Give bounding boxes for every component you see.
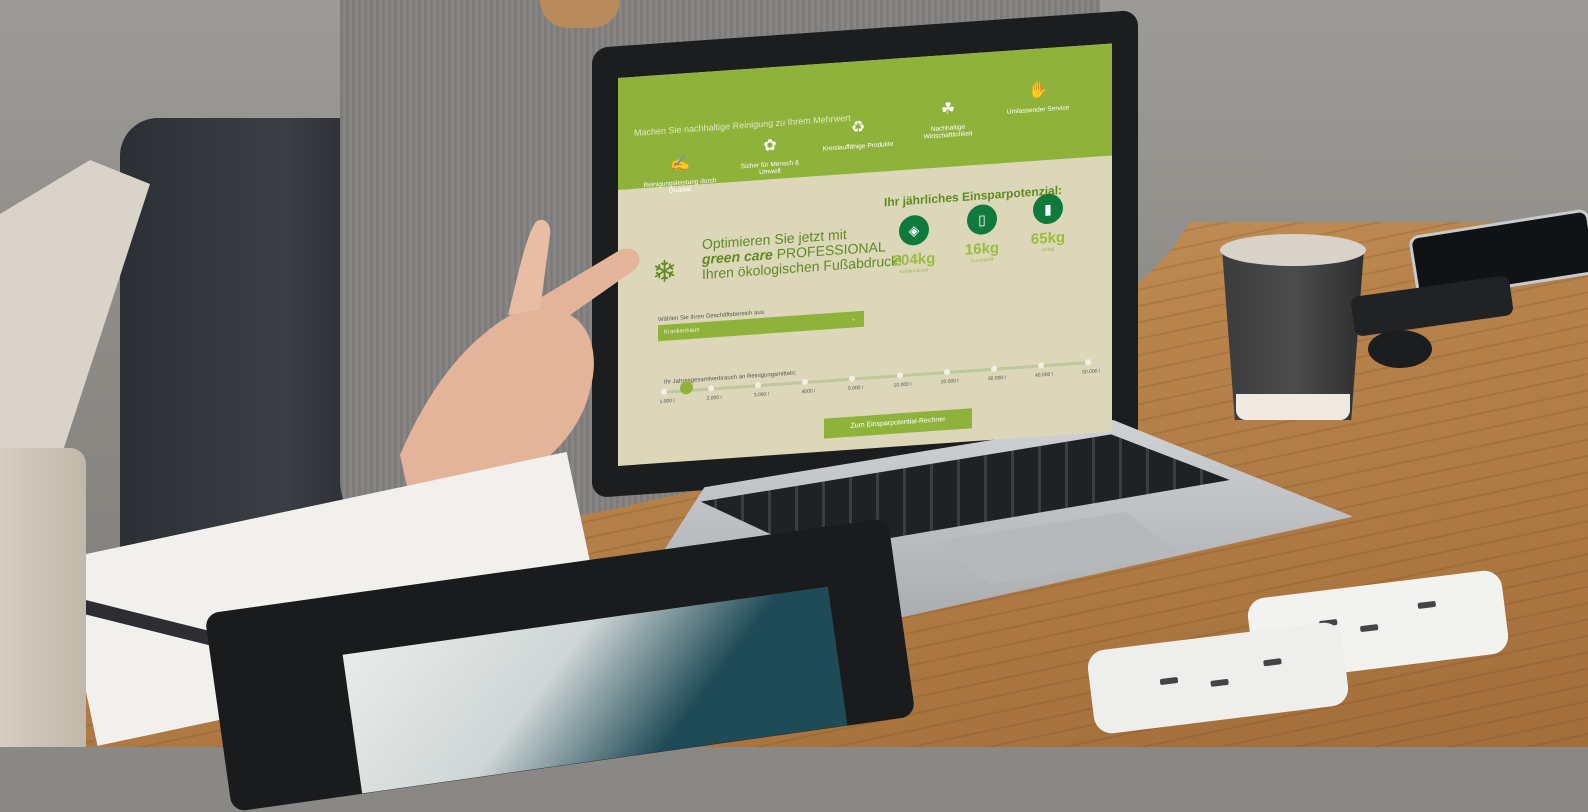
phone-icon: ▮	[1033, 192, 1063, 225]
coffee-cup-rim	[1220, 234, 1366, 266]
laptop-screen: Machen Sie nachhaltige Reinigung zu Ihre…	[618, 43, 1112, 467]
feature-item: ♻ Kreislauffähige Produkte	[818, 116, 898, 153]
socket-hole	[1263, 658, 1282, 667]
slider-tick[interactable]	[708, 385, 715, 392]
slider-tick-label: 5.000 l	[847, 384, 863, 392]
stat-co2: ◈ 204kg Kohlendioxid	[884, 213, 944, 276]
plant-growth-icon: ☘	[940, 100, 956, 119]
pointing-hand	[400, 219, 640, 500]
slider-tick-label: 50.000 l	[1082, 368, 1100, 376]
hands-leaf-icon: ✿	[763, 136, 777, 155]
slider-tick-label: 30.000 l	[987, 374, 1006, 383]
handshake-icon: ✋	[1028, 81, 1048, 101]
feature-item: ✍ Reinigungsleistung durch Qualität	[640, 153, 720, 197]
slider-tick-label: 4000 l	[801, 388, 816, 396]
slider-tick-label: 2.000 l	[706, 394, 722, 402]
socket-hole	[1417, 600, 1437, 609]
cleaning-quality-icon: ✍	[670, 154, 690, 174]
feature-item: ☘ Nachhaltige Wirtschaftlichkeit	[908, 98, 988, 142]
feature-label: Sicher für Mensch & Umwelt	[740, 159, 800, 177]
frog-logo-icon: ❄	[652, 254, 678, 290]
slider-tick[interactable]	[1037, 362, 1044, 369]
feature-item: ✋ Umfassender Service	[998, 80, 1078, 117]
bottle-icon: ▯	[967, 203, 997, 236]
slider-handle[interactable]	[680, 380, 693, 395]
slider-tick[interactable]	[755, 381, 762, 389]
slider-tick[interactable]	[896, 372, 903, 379]
slider-tick-label: 1.000 l	[659, 398, 675, 406]
slider-tick[interactable]	[943, 368, 950, 376]
slider-tick[interactable]	[849, 375, 856, 382]
slider-tick-label: 40.000 l	[1034, 371, 1053, 379]
phone-stand-foot	[1368, 330, 1432, 368]
business-select-value: Krankenhaus	[664, 327, 700, 336]
foreground-cup	[0, 448, 86, 747]
stat-plastic: ▯ 16kg Kunststoff	[952, 202, 1012, 265]
chevron-down-icon: ⌄	[850, 316, 856, 323]
headline: Optimieren Sie jetzt mit green care PROF…	[702, 223, 902, 282]
feature-label: Nachhaltige Wirtschaftlichkeit	[923, 123, 973, 141]
slider-tick[interactable]	[990, 365, 997, 372]
socket-hole	[1159, 676, 1179, 686]
feature-item: ✿ Sicher für Mensch & Umwelt	[730, 135, 810, 179]
slider-tick-label: 20.000 l	[940, 378, 959, 386]
co2-icon: ◈	[899, 214, 929, 247]
feature-label: Reinigungsleistung durch Qualität	[643, 177, 717, 195]
slider-tick[interactable]	[802, 378, 809, 386]
coffee-cup-bottom	[1236, 394, 1350, 420]
slider-tick[interactable]	[1085, 358, 1091, 366]
slider-tick-label: 10.000 l	[893, 381, 912, 389]
feature-label: Kreislauffähige Produkte	[822, 140, 894, 153]
feature-label: Umfassender Service	[1006, 104, 1070, 116]
stat-waste: ▮ 65kg Abfall	[1018, 192, 1078, 255]
calculator-button[interactable]: Zum Einsparpotential-Rechner	[824, 408, 972, 439]
slider-tick-label: 3.000 l	[753, 391, 769, 399]
socket-hole	[1210, 678, 1229, 687]
socket-hole	[1359, 624, 1379, 633]
slider-tick[interactable]	[661, 388, 667, 395]
